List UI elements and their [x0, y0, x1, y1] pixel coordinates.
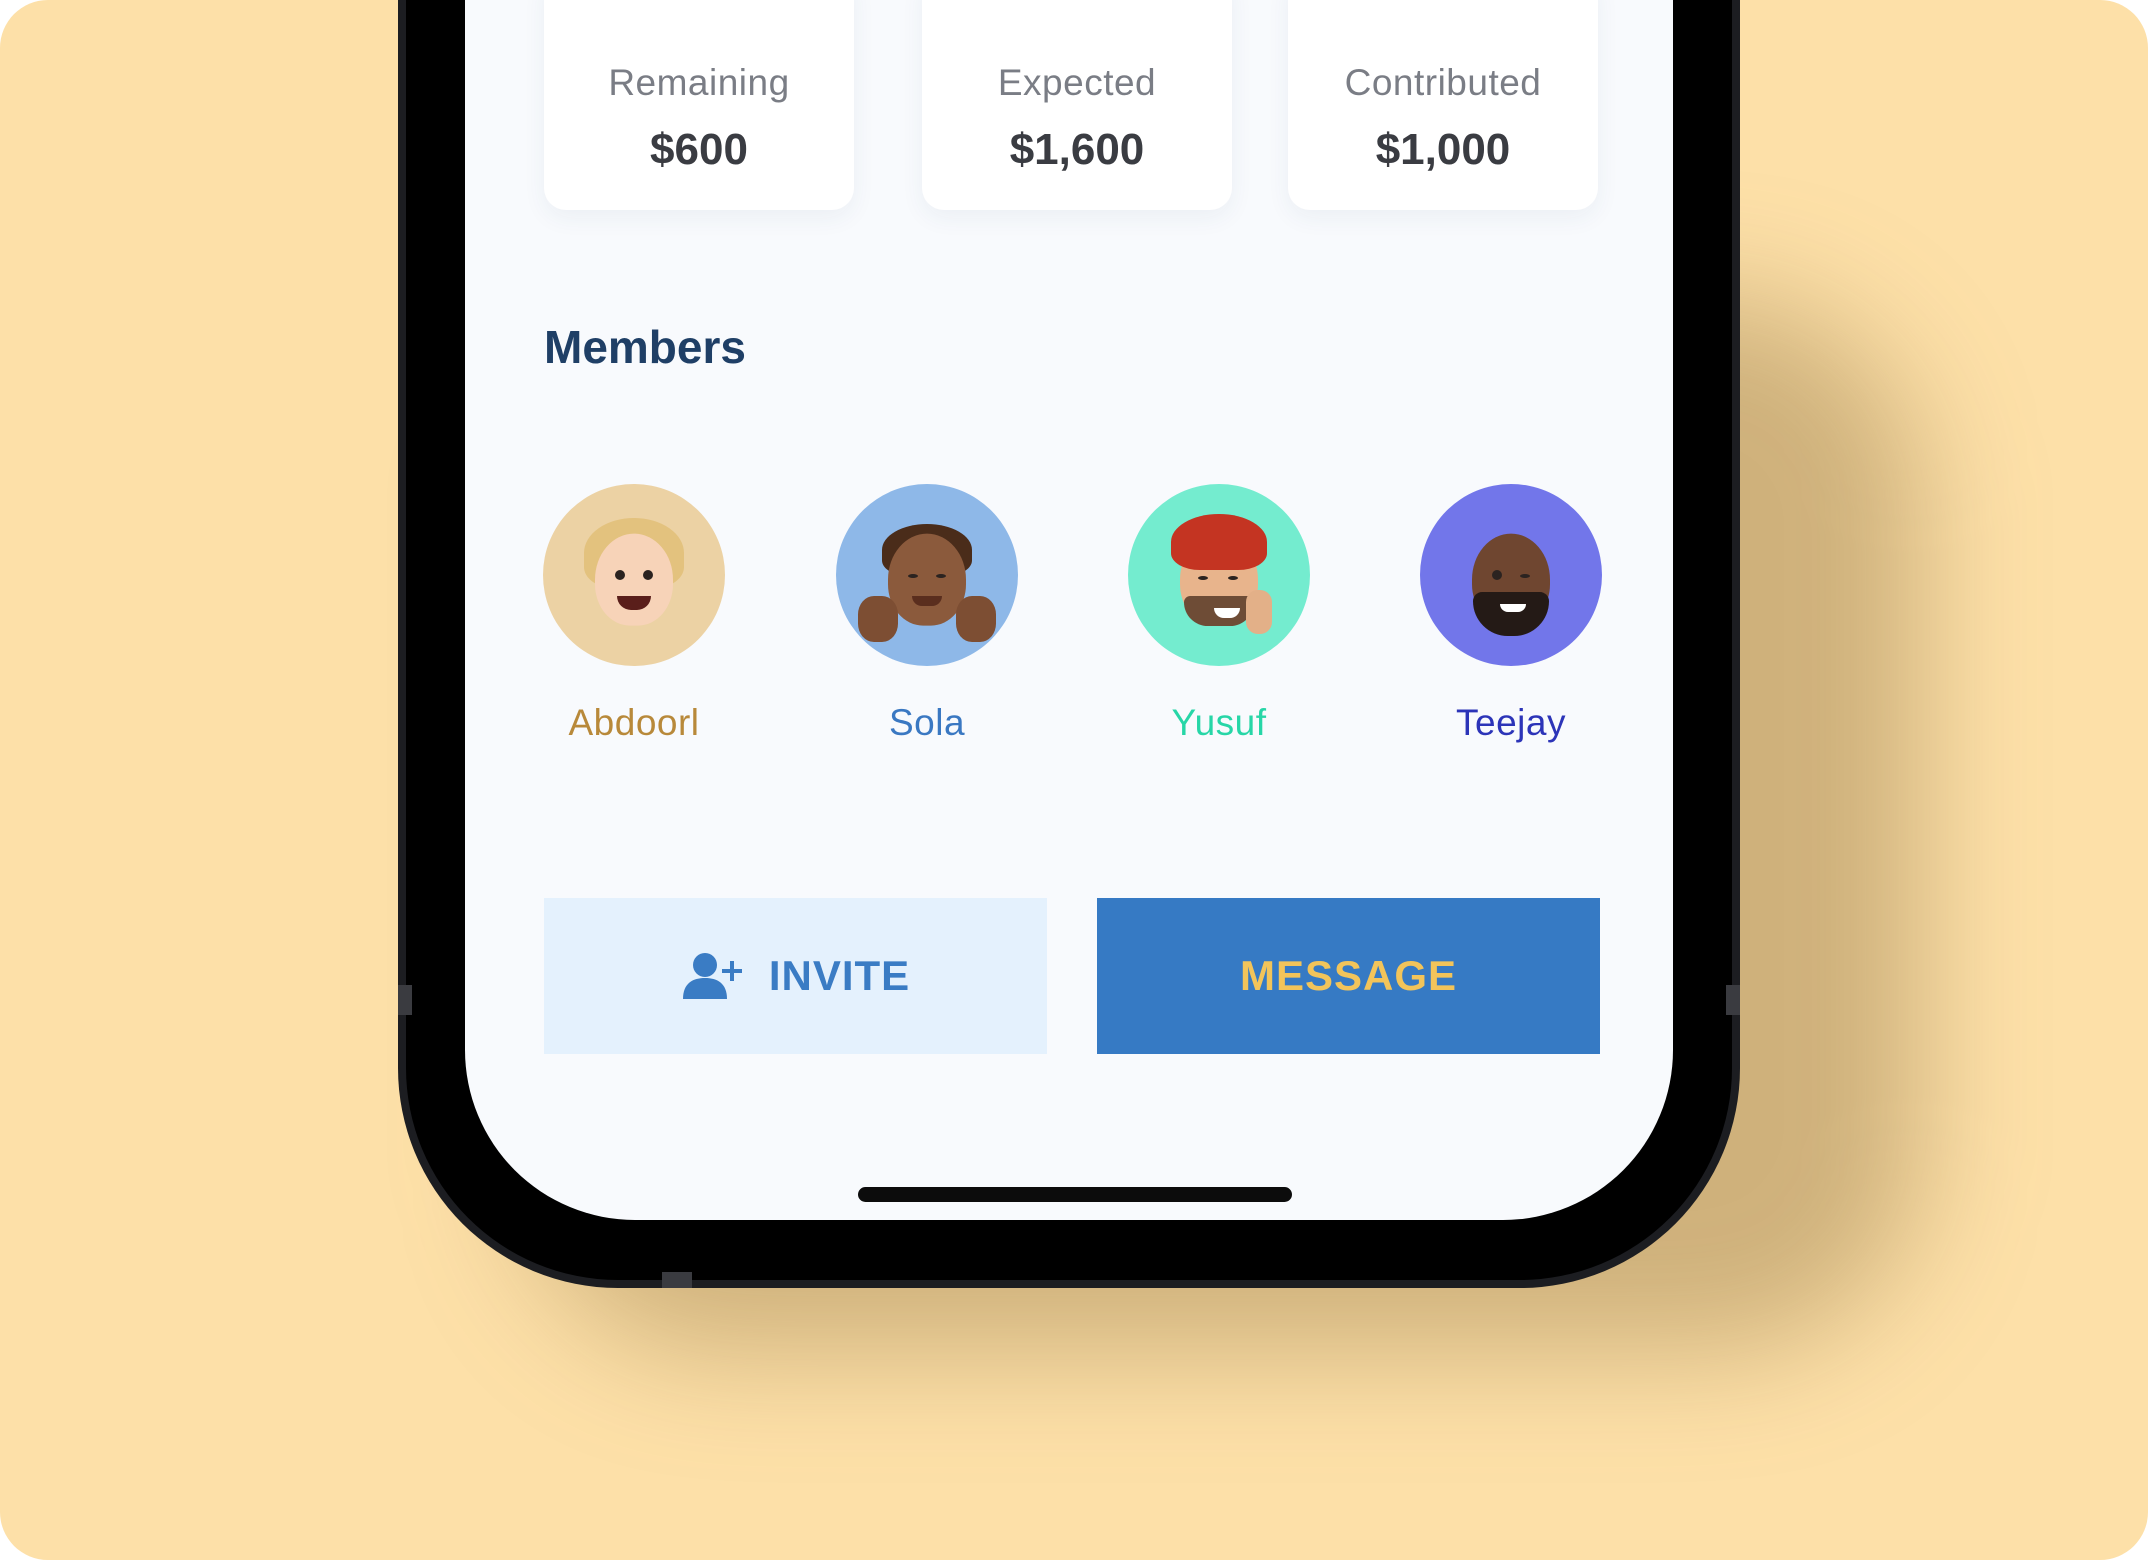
member-teejay[interactable]: Teejay: [1401, 484, 1621, 744]
message-label: MESSAGE: [1239, 952, 1458, 999]
user-plus-icon: [681, 951, 745, 1001]
member-yusuf[interactable]: Yusuf: [1109, 484, 1329, 744]
phone-antenna-band: [662, 1272, 692, 1288]
phone-side-button-right: [1726, 985, 1740, 1015]
member-name: Sola: [888, 702, 966, 743]
memoji-blonde-woman-icon: [543, 484, 725, 666]
member-abdoorl[interactable]: Abdoorl: [524, 484, 744, 744]
members-title: Members: [544, 321, 746, 373]
memoji-waving-man-icon: [836, 484, 1018, 666]
stat-card-remaining[interactable]: [544, 0, 854, 210]
invite-label: INVITE: [768, 952, 911, 999]
stat-card-expected[interactable]: [922, 0, 1232, 210]
invite-button[interactable]: INVITE: [544, 898, 1047, 1054]
home-indicator[interactable]: [858, 1187, 1292, 1202]
memoji-winking-man-icon: [1420, 484, 1602, 666]
phone-side-button-left: [398, 985, 412, 1015]
member-sola[interactable]: Sola: [817, 484, 1037, 744]
background-frame: Remaining $600 Expected $1,600 Contribut…: [0, 0, 2148, 1560]
stat-card-contributed[interactable]: [1288, 0, 1598, 210]
phone-screen: Remaining $600 Expected $1,600 Contribut…: [465, 0, 1673, 1220]
member-name: Teejay: [1456, 702, 1566, 743]
message-button[interactable]: MESSAGE: [1097, 898, 1600, 1054]
memoji-turban-man-icon: [1128, 484, 1310, 666]
member-name: Abdoorl: [568, 702, 700, 743]
member-name: Yusuf: [1171, 702, 1267, 743]
